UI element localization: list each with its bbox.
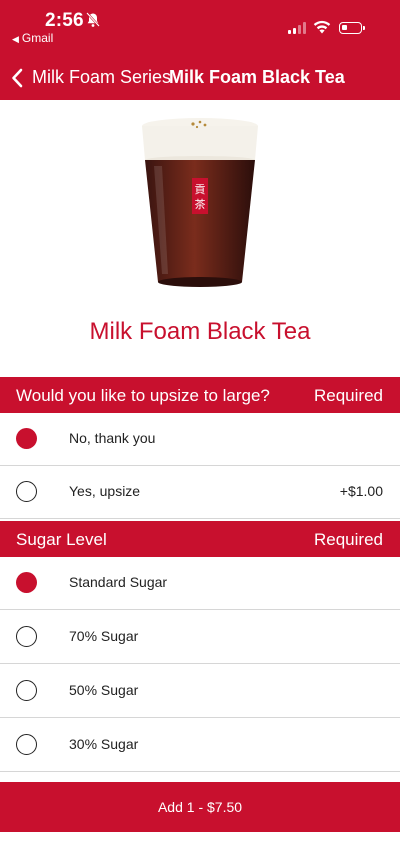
radio-selected-icon[interactable]	[16, 428, 37, 449]
option-price: +$1.00	[339, 483, 383, 499]
option-label: 50% Sugar	[69, 682, 139, 698]
option-label: 70% Sugar	[69, 628, 139, 644]
cellular-signal-icon	[288, 22, 308, 34]
product-name: Milk Foam Black Tea	[89, 318, 311, 345]
option-label: Standard Sugar	[69, 574, 168, 590]
option-70-sugar[interactable]: 70% Sugar	[0, 611, 400, 664]
back-to-app-link[interactable]: ◀ Gmail	[12, 31, 53, 45]
option-label: No, thank you	[69, 430, 156, 446]
page-title: Milk Foam Black Tea	[169, 67, 345, 87]
radio-unselected-icon[interactable]	[16, 626, 37, 647]
section-title: Sugar Level	[16, 530, 107, 549]
wifi-icon	[313, 20, 331, 34]
section-title: Would you like to upsize to large?	[16, 386, 270, 405]
radio-selected-icon[interactable]	[16, 572, 37, 593]
upsize-section-header: Would you like to upsize to large? Requi…	[0, 377, 400, 413]
radio-unselected-icon[interactable]	[16, 680, 37, 701]
back-link[interactable]: Milk Foam Series	[32, 67, 171, 88]
battery-icon	[339, 22, 365, 34]
option-yes-upsize[interactable]: Yes, upsize +$1.00	[0, 466, 400, 519]
bottom-safe-area	[0, 832, 400, 867]
back-chevron-icon[interactable]	[11, 68, 23, 88]
add-to-cart-button[interactable]: Add 1 - $7.50	[0, 782, 400, 832]
option-30-sugar[interactable]: 30% Sugar	[0, 719, 400, 772]
required-label: Required	[314, 386, 383, 405]
option-label: Yes, upsize	[69, 483, 141, 499]
svg-text:茶: 茶	[195, 198, 206, 211]
required-label: Required	[314, 530, 383, 549]
back-app-label: Gmail	[21, 31, 54, 45]
radio-unselected-icon[interactable]	[16, 734, 37, 755]
sugar-section-header: Sugar Level Required	[0, 521, 400, 557]
navigation-bar: Milk Foam Series Milk Foam Black Tea	[0, 60, 400, 96]
back-triangle-icon: ◀	[12, 34, 19, 44]
status-time: 2:56	[45, 10, 84, 31]
option-50-sugar[interactable]: 50% Sugar	[0, 665, 400, 718]
bell-muted-icon	[86, 12, 100, 27]
top-bar: 2:56 ◀ Gmail Milk Foam Series Milk Foam B…	[0, 0, 400, 100]
option-no-thank-you[interactable]: No, thank you	[0, 413, 400, 466]
product-image: 貢 茶	[142, 118, 258, 287]
option-label: 30% Sugar	[69, 736, 139, 752]
option-standard-sugar[interactable]: Standard Sugar	[0, 557, 400, 610]
radio-unselected-icon[interactable]	[16, 481, 37, 502]
svg-text:貢: 貢	[195, 183, 206, 196]
